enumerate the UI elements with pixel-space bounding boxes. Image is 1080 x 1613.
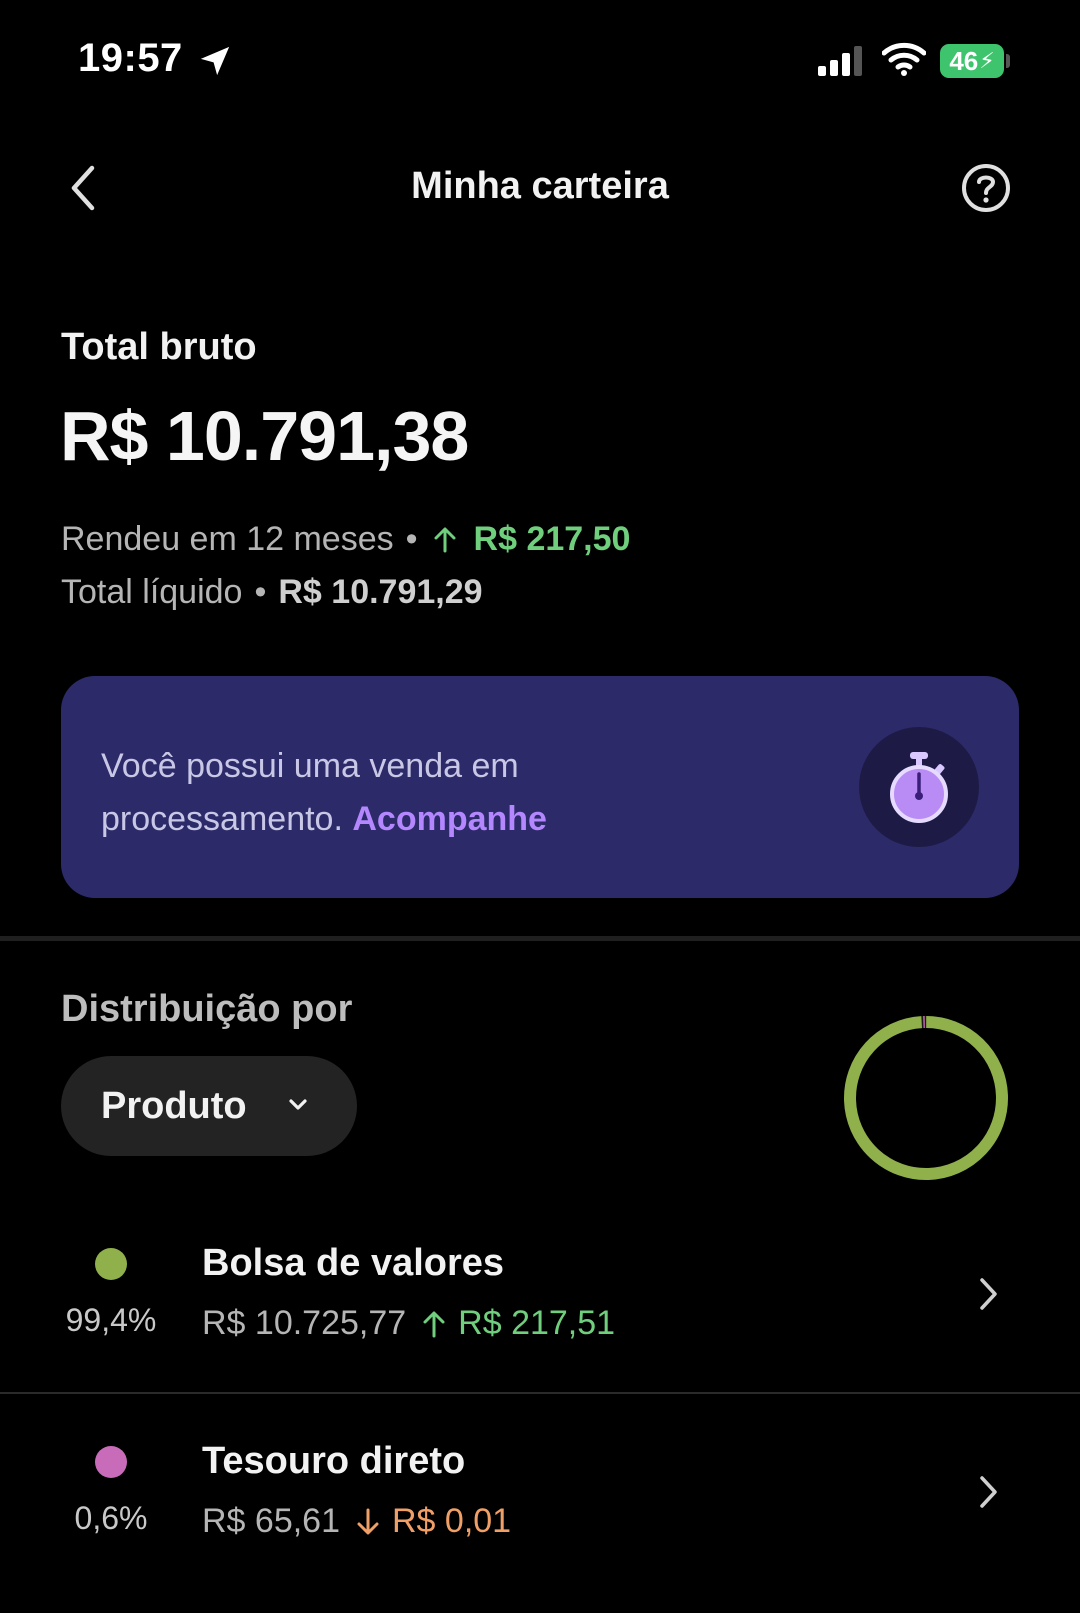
section-divider <box>0 936 1080 941</box>
stopwatch-icon <box>890 752 948 823</box>
wifi-icon <box>882 42 926 76</box>
item-values: R$ 65,61 R$ 0,01 <box>202 1502 511 1541</box>
separator-dot: • <box>405 520 418 558</box>
arrow-down-icon <box>357 1508 379 1534</box>
item-values: R$ 10.725,77 R$ 217,51 <box>202 1304 615 1343</box>
arrow-up-icon <box>423 1311 445 1337</box>
donut-segment-bolsa <box>844 1016 1008 1180</box>
separator-dot: • <box>254 573 267 611</box>
legend-dot <box>95 1446 127 1478</box>
net-line: Total líquido • R$ 10.791,29 <box>61 573 483 612</box>
banner-text-block: Você possui uma venda em processamento. … <box>101 740 741 846</box>
yield-value: R$ 217,50 <box>473 520 631 558</box>
banner-link[interactable]: Acompanhe <box>352 800 547 838</box>
signal-icon <box>818 46 862 76</box>
chevron-down-icon <box>289 1099 307 1110</box>
location-arrow-icon <box>200 46 230 76</box>
distribution-selector-value: Produto <box>101 1084 247 1127</box>
page-title: Minha carteira <box>411 165 669 207</box>
net-label: Total líquido <box>61 573 243 611</box>
battery-level: 46 <box>949 45 979 76</box>
total-gross-label: Total bruto <box>61 326 257 368</box>
question-circle-icon <box>962 164 1010 212</box>
item-name: Tesouro direto <box>202 1440 466 1482</box>
status-time: 19:57 <box>78 36 183 80</box>
processing-sale-banner[interactable]: Você possui uma venda em processamento. … <box>61 676 1019 898</box>
battery-tip <box>1006 54 1010 68</box>
distribution-label: Distribuição por <box>61 988 353 1030</box>
yield-line: Rendeu em 12 meses • R$ 217,50 <box>61 520 630 559</box>
chevron-right-icon <box>980 1476 997 1508</box>
help-button[interactable] <box>960 162 1012 214</box>
item-percent: 0,6% <box>74 1500 148 1536</box>
chevron-right-icon <box>980 1278 997 1310</box>
donut-segments <box>844 1016 1008 1180</box>
item-percent: 99,4% <box>65 1302 157 1338</box>
item-amount: R$ 10.725,77 <box>202 1304 407 1342</box>
stopwatch-badge <box>859 727 979 847</box>
item-amount: R$ 65,61 <box>202 1502 340 1540</box>
wallet-screen: 19:57 46 ⚡ Minha carteira Total bruto R$ … <box>0 0 1080 1613</box>
net-value: R$ 10.791,29 <box>278 573 483 611</box>
item-change: R$ 217,51 <box>458 1304 616 1342</box>
yield-label: Rendeu em 12 meses <box>61 520 394 558</box>
item-change: R$ 0,01 <box>392 1502 512 1540</box>
battery-icon: 46 ⚡ <box>940 44 1004 78</box>
total-gross-value: R$ 10.791,38 <box>60 397 469 475</box>
arrow-up-icon <box>434 527 456 552</box>
list-item-bolsa[interactable]: 99,4% Bolsa de valores R$ 10.725,77 R$ 2… <box>0 1194 1080 1392</box>
distribution-selector[interactable]: Produto <box>61 1056 357 1156</box>
item-name: Bolsa de valores <box>202 1242 505 1284</box>
legend-dot <box>95 1248 127 1280</box>
list-item-tesouro[interactable]: 0,6% Tesouro direto R$ 65,61 R$ 0,01 <box>0 1394 1080 1592</box>
distribution-donut-chart <box>844 1016 1008 1180</box>
